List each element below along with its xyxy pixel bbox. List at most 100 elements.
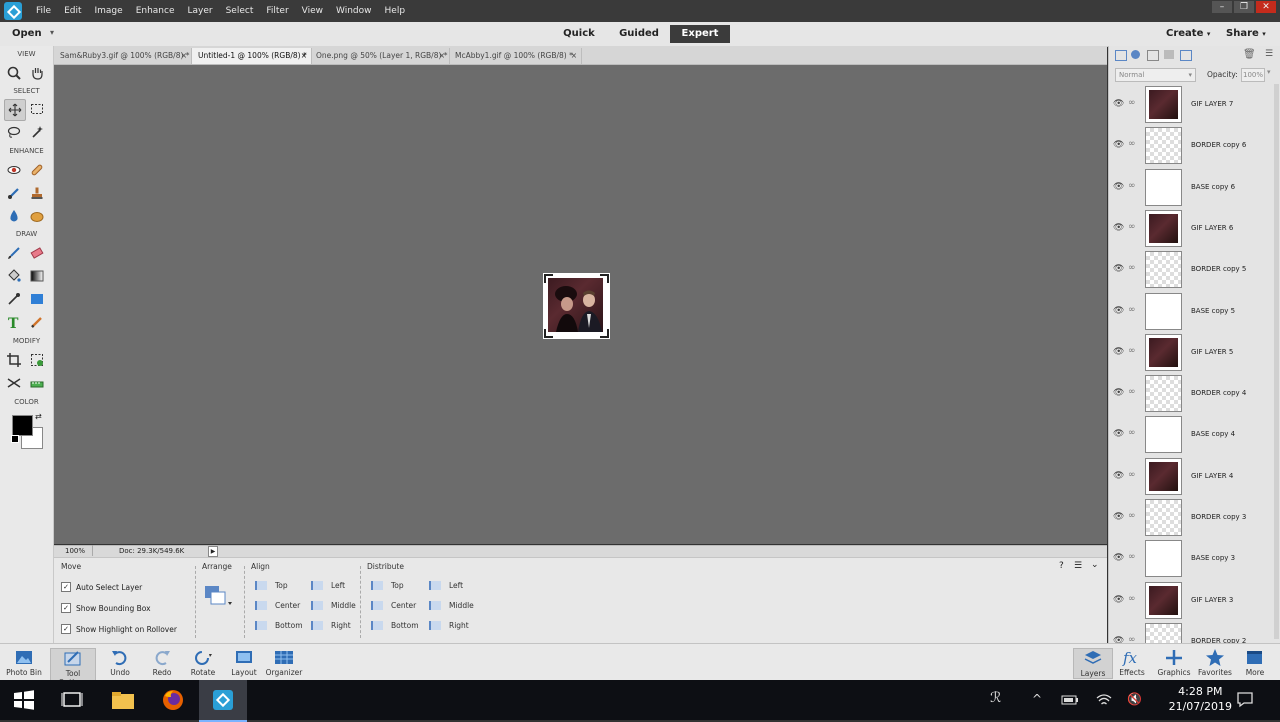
foreground-color-swatch[interactable] [12, 415, 33, 436]
link-layer-icon[interactable]: ∞ [1128, 511, 1136, 521]
auto-select-layer-checkbox[interactable]: ✓ Auto Select Layer [61, 582, 142, 592]
align-top-button[interactable]: Top [255, 581, 288, 590]
menu-select[interactable]: Select [226, 6, 254, 16]
layer-row[interactable]: 👁 ∞ BASE copy 6 [1109, 167, 1277, 208]
photoshop-elements-taskbar-button[interactable] [199, 680, 247, 722]
undo-button[interactable]: Undo [98, 648, 142, 677]
move-tool-icon[interactable] [4, 99, 26, 121]
shape-tool-icon[interactable] [27, 289, 47, 309]
layer-row[interactable]: 👁 ∞ GIF LAYER 6 [1109, 208, 1277, 249]
gradient-tool-icon[interactable] [27, 266, 47, 286]
people-icon[interactable]: ℛ [990, 690, 1001, 706]
opacity-input[interactable]: 100% [1241, 68, 1265, 82]
straighten-tool-icon[interactable] [27, 373, 47, 393]
healing-brush-tool-icon[interactable] [27, 160, 47, 180]
restore-button[interactable]: ❐ [1234, 1, 1254, 13]
rotate-button[interactable]: Rotate [181, 648, 225, 677]
menu-window[interactable]: Window [336, 6, 372, 16]
marquee-tool-icon[interactable] [27, 99, 47, 119]
menu-edit[interactable]: Edit [64, 6, 81, 16]
volume-muted-icon[interactable]: 🔇 [1127, 692, 1142, 706]
menu-image[interactable]: Image [95, 6, 123, 16]
blur-tool-icon[interactable] [4, 206, 24, 226]
show-hidden-icons-chevron-icon[interactable]: ^ [1032, 692, 1042, 706]
tab-expert[interactable]: Expert [670, 25, 730, 43]
visibility-eye-icon[interactable]: 👁 [1113, 512, 1124, 522]
create-button[interactable]: Create ▾ [1166, 28, 1210, 39]
redo-button[interactable]: Redo [140, 648, 184, 677]
eraser-tool-icon[interactable] [27, 243, 47, 263]
visibility-eye-icon[interactable]: 👁 [1113, 182, 1124, 192]
blend-mode-select[interactable]: Normal ▾ [1115, 68, 1196, 82]
close-button[interactable]: ✕ [1256, 1, 1276, 13]
pencil-tool-icon[interactable] [27, 312, 47, 332]
system-clock[interactable]: 4:28 PM 21/07/2019 [1169, 684, 1232, 714]
layer-row[interactable]: 👁 ∞ BASE copy 4 [1109, 414, 1277, 455]
notifications-icon[interactable] [1236, 690, 1254, 708]
visibility-eye-icon[interactable]: 👁 [1113, 140, 1124, 150]
menu-layer[interactable]: Layer [188, 6, 213, 16]
graphics-button[interactable]: Graphics [1153, 648, 1195, 677]
minimize-button[interactable]: – [1212, 1, 1232, 13]
layer-row[interactable]: 👁 ∞ BORDER copy 3 [1109, 497, 1277, 538]
link-layer-icon[interactable]: ∞ [1128, 552, 1136, 562]
eyedropper-tool-icon[interactable] [4, 289, 24, 309]
red-eye-tool-icon[interactable] [4, 160, 24, 180]
adjustment-layer-icon[interactable] [1131, 50, 1140, 59]
paint-bucket-tool-icon[interactable] [4, 266, 24, 286]
swap-colors-icon[interactable]: ⇄ [35, 412, 42, 421]
link-layer-icon[interactable]: ∞ [1128, 428, 1136, 438]
link-layer-icon[interactable]: ∞ [1128, 263, 1136, 273]
link-layer-icon[interactable]: ∞ [1128, 594, 1136, 604]
layer-mask-icon[interactable] [1147, 50, 1159, 61]
layer-row[interactable]: 👁 ∞ BORDER copy 2 [1109, 621, 1277, 644]
layer-row[interactable]: 👁 ∞ GIF LAYER 5 [1109, 332, 1277, 373]
align-left-button[interactable]: Left [311, 581, 345, 590]
recompose-tool-icon[interactable] [27, 350, 47, 370]
tab-quick[interactable]: Quick [558, 25, 600, 43]
distribute-middle-button[interactable]: Middle [429, 601, 474, 610]
close-tab-icon[interactable]: × [571, 48, 577, 64]
visibility-eye-icon[interactable]: 👁 [1113, 306, 1124, 316]
brush-tool-icon[interactable] [4, 243, 24, 263]
open-dropdown-icon[interactable]: ▾ [50, 28, 54, 37]
link-layer-icon[interactable]: ∞ [1128, 181, 1136, 191]
align-bottom-button[interactable]: Bottom [255, 621, 303, 630]
distribute-top-button[interactable]: Top [371, 581, 404, 590]
lock-all-icon[interactable] [1180, 50, 1192, 61]
visibility-eye-icon[interactable]: 👁 [1113, 223, 1124, 233]
layout-button[interactable]: Layout [222, 648, 266, 677]
collapse-options-icon[interactable]: ⌄ [1091, 560, 1099, 570]
link-layer-icon[interactable]: ∞ [1128, 387, 1136, 397]
layer-row[interactable]: 👁 ∞ GIF LAYER 3 [1109, 580, 1277, 621]
help-icon[interactable]: ? [1059, 561, 1064, 571]
sponge-tool-icon[interactable] [27, 206, 47, 226]
layers-scrollbar[interactable] [1274, 84, 1279, 639]
panel-menu-icon[interactable]: ☰ [1265, 49, 1273, 59]
task-view-icon[interactable] [60, 688, 84, 712]
photo-bin-button[interactable]: Photo Bin [2, 648, 46, 677]
delete-layer-icon[interactable]: 🗑 [1243, 49, 1256, 60]
content-aware-move-tool-icon[interactable] [4, 373, 24, 393]
tab-guided[interactable]: Guided [616, 25, 662, 43]
layer-row[interactable]: 👁 ∞ GIF LAYER 7 [1109, 84, 1277, 125]
hand-tool-icon[interactable] [27, 63, 47, 83]
smart-brush-tool-icon[interactable] [4, 183, 24, 203]
wifi-icon[interactable] [1095, 692, 1113, 708]
distribute-right-button[interactable]: Right [429, 621, 469, 630]
share-button[interactable]: Share ▾ [1226, 28, 1266, 39]
menu-file[interactable]: File [36, 6, 51, 16]
link-layer-icon[interactable]: ∞ [1128, 346, 1136, 356]
windows-start-icon[interactable] [12, 688, 36, 712]
link-layer-icon[interactable]: ∞ [1128, 139, 1136, 149]
menu-help[interactable]: Help [385, 6, 406, 16]
opacity-dropdown-icon[interactable]: ▾ [1267, 68, 1271, 76]
layer-row[interactable]: 👁 ∞ BASE copy 5 [1109, 291, 1277, 332]
doc-tab-4[interactable]: McAbby1.gif @ 100% (RGB/8) * × [449, 48, 582, 64]
visibility-eye-icon[interactable]: 👁 [1113, 471, 1124, 481]
menu-enhance[interactable]: Enhance [136, 6, 175, 16]
file-explorer-icon[interactable] [111, 688, 135, 712]
align-right-button[interactable]: Right [311, 621, 351, 630]
menu-view[interactable]: View [302, 6, 323, 16]
show-bounding-box-checkbox[interactable]: ✓ Show Bounding Box [61, 603, 151, 613]
